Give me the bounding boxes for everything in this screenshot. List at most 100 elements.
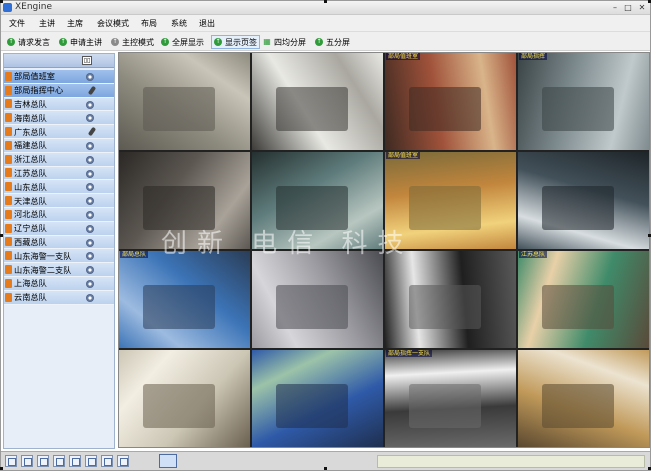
flag-icon xyxy=(5,127,12,137)
layout-6-button[interactable] xyxy=(85,455,97,467)
video-tile[interactable] xyxy=(119,53,250,150)
video-tile[interactable]: 部局指挥 xyxy=(518,53,649,150)
maximize-button[interactable]: □ xyxy=(622,2,634,13)
status-dot-icon[interactable] xyxy=(86,224,94,233)
video-frame-image xyxy=(142,86,215,131)
flag-icon xyxy=(5,265,12,275)
master-control-button[interactable]: ↑ 主控模式 xyxy=(111,35,154,49)
status-dot-icon[interactable] xyxy=(86,100,94,109)
layout-3-button[interactable] xyxy=(37,455,49,467)
participant-item[interactable]: 江苏总队 xyxy=(4,166,114,181)
status-dot-icon[interactable] xyxy=(86,197,94,206)
fullscreen-button[interactable]: ↑ 全屏显示 xyxy=(161,35,204,49)
participant-item[interactable]: 河北总队 xyxy=(4,207,114,222)
layout-8-button[interactable] xyxy=(117,455,129,467)
participant-item[interactable]: 海南总队 xyxy=(4,111,114,126)
request-speak-button[interactable]: ↑ 请求发言 xyxy=(7,35,50,49)
fullscreen-toggle-icon[interactable] xyxy=(159,454,177,468)
flag-icon xyxy=(5,182,12,192)
participant-label: 海南总队 xyxy=(14,112,47,123)
sidebar-header: ▯▯ xyxy=(4,54,114,68)
menu-file[interactable]: 文件 xyxy=(9,18,25,29)
video-tile[interactable] xyxy=(119,350,250,447)
menu-layout[interactable]: 布局 xyxy=(141,18,157,29)
status-dot-icon[interactable] xyxy=(86,252,94,261)
resize-handle[interactable] xyxy=(324,467,327,470)
participant-item[interactable]: 天津总队 xyxy=(4,194,114,208)
flag-icon xyxy=(5,196,12,206)
close-button[interactable]: ✕ xyxy=(636,2,648,13)
status-dot-icon[interactable] xyxy=(86,210,94,219)
resize-handle[interactable] xyxy=(324,0,327,3)
resize-handle[interactable] xyxy=(0,467,3,470)
book-icon[interactable]: ▯▯ xyxy=(82,56,92,65)
layout-2-button[interactable] xyxy=(21,455,33,467)
status-dot-icon[interactable] xyxy=(86,183,94,192)
four-split-button[interactable]: ▦ 四均分屏 xyxy=(263,35,306,49)
status-dot-icon[interactable] xyxy=(86,238,94,247)
participant-item[interactable]: 山东总队 xyxy=(4,180,114,195)
participant-item[interactable]: 部局指挥中心 xyxy=(4,83,114,98)
gray-circle-icon: ↑ xyxy=(111,38,119,46)
video-tile[interactable] xyxy=(385,251,516,348)
participant-item[interactable]: 山东海警一支队 xyxy=(4,249,114,264)
video-frame-image xyxy=(408,185,481,230)
participant-item[interactable]: 上海总队 xyxy=(4,276,114,291)
video-tile[interactable]: 部局总队 xyxy=(119,251,250,348)
layout-7-button[interactable] xyxy=(101,455,113,467)
flag-icon xyxy=(5,292,12,302)
status-dot-icon[interactable] xyxy=(86,266,94,275)
menu-system[interactable]: 系统 xyxy=(171,18,187,29)
video-tile[interactable]: 江苏总队 xyxy=(518,251,649,348)
video-frame-image xyxy=(541,86,614,131)
video-tile[interactable] xyxy=(252,350,383,447)
five-split-button[interactable]: ↑ 五分屏 xyxy=(315,35,350,49)
resize-handle[interactable] xyxy=(0,234,3,237)
participant-label: 广东总队 xyxy=(14,126,47,137)
menu-chair[interactable]: 主席 xyxy=(67,18,83,29)
menu-speaker[interactable]: 主讲 xyxy=(39,18,55,29)
status-dot-icon[interactable] xyxy=(86,293,94,302)
status-dot-icon[interactable] xyxy=(86,114,94,123)
show-tabs-button[interactable]: ↑ 显示页签 xyxy=(211,35,260,49)
resize-handle[interactable] xyxy=(0,0,3,3)
apply-speaker-button[interactable]: ↑ 申请主讲 xyxy=(59,35,102,49)
participant-item[interactable]: 云南总队 xyxy=(4,290,114,305)
title-bar[interactable]: XEngine – □ ✕ xyxy=(1,1,650,15)
minimize-button[interactable]: – xyxy=(609,2,621,13)
participant-item[interactable]: 山东海警二支队 xyxy=(4,263,114,277)
participant-item[interactable]: 福建总队 xyxy=(4,138,114,153)
microphone-icon xyxy=(87,126,97,137)
flag-icon xyxy=(5,209,12,219)
video-tile[interactable] xyxy=(252,251,383,348)
participant-label: 部局指挥中心 xyxy=(14,85,64,96)
status-dot-icon[interactable] xyxy=(86,155,94,164)
participant-item[interactable]: 西藏总队 xyxy=(4,235,114,250)
participant-item[interactable]: 广东总队 xyxy=(4,125,114,139)
status-dot-icon[interactable] xyxy=(86,169,94,178)
participant-item[interactable]: 吉林总队 xyxy=(4,97,114,112)
layout-1-button[interactable] xyxy=(5,455,17,467)
video-tile[interactable] xyxy=(518,152,649,249)
participant-label: 山东总队 xyxy=(14,181,47,192)
participant-item[interactable]: 浙江总队 xyxy=(4,152,114,167)
video-tile[interactable]: 部局值班室 xyxy=(385,53,516,150)
video-frame-image xyxy=(541,185,614,230)
layout-5-button[interactable] xyxy=(69,455,81,467)
participant-item[interactable]: 部局值班室 xyxy=(4,70,114,84)
video-tile[interactable] xyxy=(518,350,649,447)
status-dot-icon[interactable] xyxy=(86,73,94,81)
status-dot-icon[interactable] xyxy=(86,141,94,150)
participant-item[interactable]: 辽宁总队 xyxy=(4,221,114,236)
video-tile[interactable]: 部局指挥一支队 xyxy=(385,350,516,447)
menu-meeting-mode[interactable]: 会议模式 xyxy=(97,18,129,29)
status-dot-icon[interactable] xyxy=(86,279,94,288)
flag-icon xyxy=(5,99,12,109)
video-frame-image xyxy=(142,284,215,329)
participant-label: 西藏总队 xyxy=(14,236,47,247)
video-frame-image xyxy=(408,284,481,329)
layout-4-button[interactable] xyxy=(53,455,65,467)
participant-sidebar: ▯▯ 部局值班室 部局指挥中心 吉林总队 海南总队 广东总队 福建总队 浙江总队 江苏总队 山东… xyxy=(3,53,115,449)
video-tile[interactable] xyxy=(252,53,383,150)
menu-exit[interactable]: 退出 xyxy=(199,18,215,29)
